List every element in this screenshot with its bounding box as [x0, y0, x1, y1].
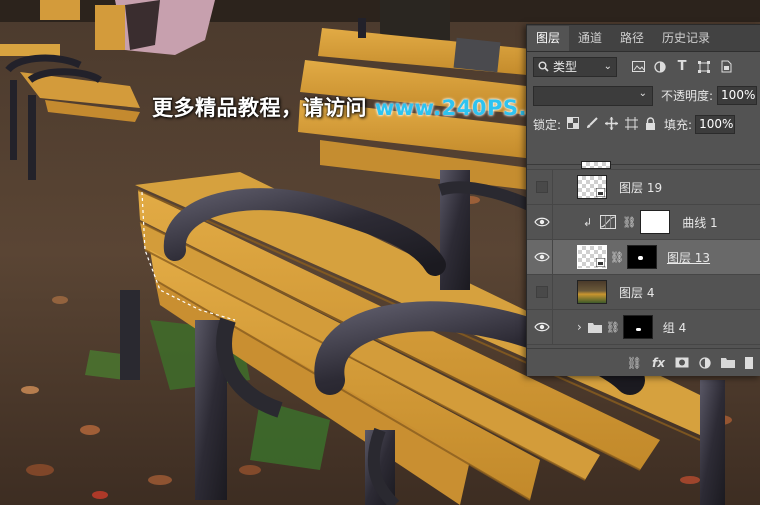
smart-object-badge-icon: [596, 188, 605, 197]
watermark-text: 更多精品教程，请访问: [152, 96, 375, 120]
layer-row-curves[interactable]: ↲ ⛓ 曲线 1: [527, 205, 760, 240]
new-layer-icon[interactable]: [745, 356, 753, 369]
layer-name[interactable]: 组 4: [663, 319, 686, 336]
hidden-box-icon: [535, 181, 548, 193]
layer-name[interactable]: 曲线 1: [682, 214, 717, 231]
link-icon[interactable]: ⛓: [610, 251, 624, 264]
visibility-toggle[interactable]: [531, 310, 553, 344]
layer-name[interactable]: 图层 4: [619, 284, 654, 301]
fx-icon[interactable]: fx: [652, 356, 665, 370]
eye-icon: [533, 217, 550, 227]
layer-name[interactable]: 图层 13: [667, 249, 710, 266]
mask-thumbnail: [626, 245, 657, 269]
mask-thumbnail: [640, 210, 671, 234]
lock-brush-icon[interactable]: [586, 117, 598, 132]
filter-label: 类型: [553, 60, 578, 74]
watermark: 更多精品教程，请访问 www.240PS.com: [152, 92, 577, 122]
layer-row-19[interactable]: 图层 19: [527, 170, 760, 205]
lock-artboard-icon[interactable]: [625, 116, 639, 133]
lock-transparency-icon[interactable]: [567, 117, 580, 132]
fill-field[interactable]: 100%: [695, 115, 736, 134]
clipping-arrow-icon: ↲: [583, 215, 593, 229]
new-group-icon[interactable]: [721, 357, 735, 368]
mask-thumbnail: [622, 315, 653, 339]
filter-row: 类型 ⌄ T: [527, 52, 760, 81]
chevron-right-icon[interactable]: ›: [577, 320, 582, 334]
lock-row: 锁定: 填充: 100%: [527, 110, 760, 139]
layer-name[interactable]: 图层 19: [619, 179, 662, 196]
link-icon[interactable]: ⛓: [606, 321, 620, 334]
image-filter-icon[interactable]: [631, 60, 645, 74]
fill-label: 填充:: [664, 118, 693, 132]
tab-layers[interactable]: 图层: [527, 26, 570, 51]
layer-thumbnail: [577, 175, 607, 199]
eye-icon: [533, 252, 550, 262]
shape-filter-icon[interactable]: [697, 60, 711, 74]
chevron-down-icon: ⌄: [638, 87, 647, 99]
tab-channels[interactable]: 通道: [569, 26, 611, 51]
layer-row-group-4[interactable]: › ⛓ 组 4: [527, 310, 760, 345]
layer-row-4[interactable]: 图层 4: [527, 275, 760, 310]
blend-row: ⌄ 不透明度: 100%: [527, 81, 760, 110]
visibility-toggle[interactable]: [531, 170, 553, 204]
layer-thumbnail: [577, 245, 607, 269]
layer-thumbnail: [577, 280, 607, 304]
lock-label: 锁定:: [533, 118, 562, 132]
hidden-box-icon: [535, 286, 548, 298]
opacity-field[interactable]: 100%: [717, 86, 758, 105]
layers-panel: 图层 通道 路径 历史记录 类型 ⌄ T ⌄ 不透明度: 100% 锁定: 填充…: [526, 24, 760, 376]
lock-position-icon[interactable]: [605, 116, 619, 133]
folder-icon: [587, 322, 602, 333]
panel-tabs: 图层 通道 路径 历史记录: [527, 25, 760, 52]
adjustment-filter-icon[interactable]: [653, 60, 667, 74]
smart-object-filter-icon[interactable]: [719, 60, 733, 74]
opacity-label: 不透明度:: [661, 89, 714, 103]
layer-filter-select[interactable]: 类型 ⌄: [533, 56, 617, 77]
add-mask-icon[interactable]: [675, 357, 689, 368]
visibility-toggle[interactable]: [531, 205, 553, 239]
panel-bottom-toolbar: ⛓ fx: [527, 348, 760, 376]
blend-mode-select[interactable]: ⌄: [533, 85, 653, 106]
link-icon[interactable]: ⛓: [622, 216, 636, 229]
smart-object-badge-icon: [596, 258, 605, 267]
adjustment-layer-icon[interactable]: [699, 356, 711, 369]
tab-paths[interactable]: 路径: [611, 26, 653, 51]
tab-history[interactable]: 历史记录: [653, 26, 719, 51]
search-icon: [538, 61, 549, 72]
visibility-toggle[interactable]: [531, 275, 553, 309]
type-filter-icon[interactable]: T: [675, 59, 689, 74]
curves-adjustment-icon: [600, 215, 617, 229]
visibility-toggle[interactable]: [531, 240, 553, 274]
eye-icon: [533, 322, 550, 332]
layer-row-13[interactable]: ⛓ 图层 13: [527, 240, 760, 275]
chevron-down-icon: ⌄: [603, 61, 612, 72]
layer-list: 图层 19 ↲ ⛓ 曲线 1 ⛓ 图层 13 图层 4 › ⛓ 组 4: [527, 161, 760, 347]
lock-all-icon[interactable]: [645, 116, 656, 133]
link-layers-icon[interactable]: ⛓: [627, 356, 642, 370]
